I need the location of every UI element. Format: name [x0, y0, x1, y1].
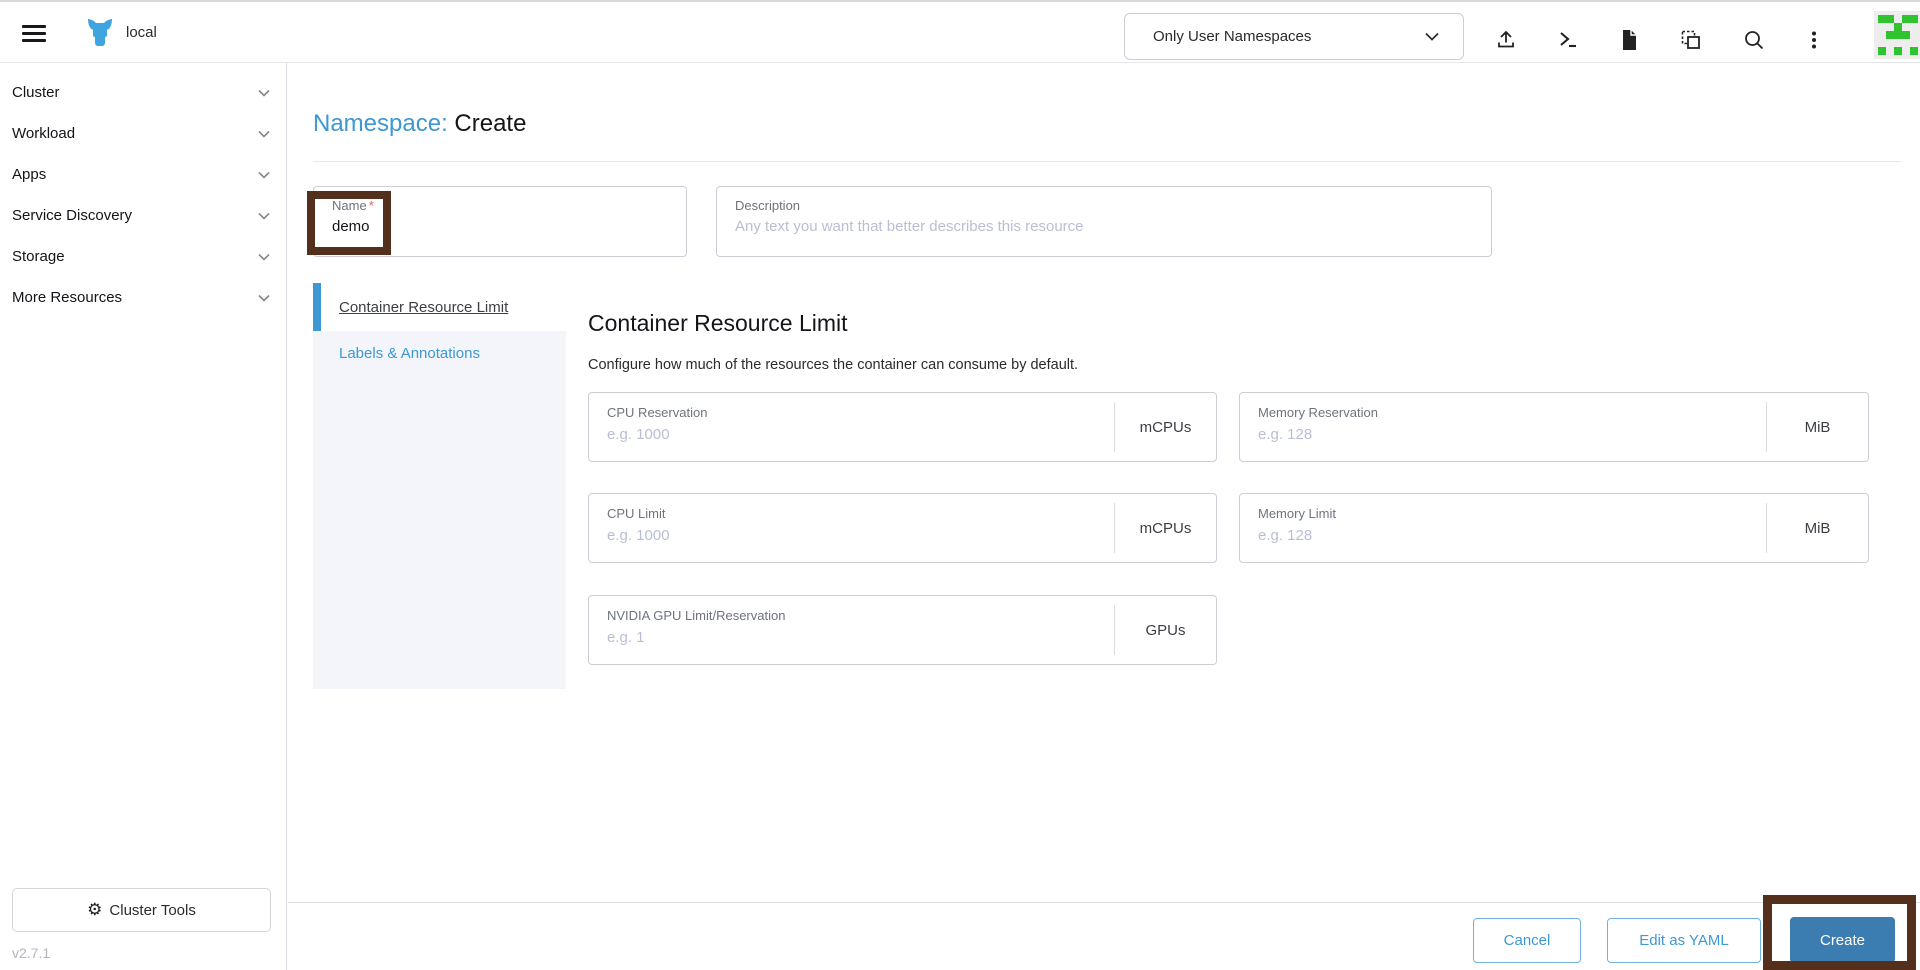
sidebar-item-apps[interactable]: Apps [0, 154, 286, 195]
unit-label-mib: MiB [1766, 402, 1868, 452]
page-title-resource: Namespace: [313, 110, 448, 137]
page-title: Namespace: Create [313, 110, 526, 138]
field-label: Memory Reservation [1258, 405, 1378, 420]
rancher-logo-icon[interactable] [84, 18, 116, 48]
cpu-limit-input[interactable] [607, 527, 1096, 544]
chevron-down-icon[interactable] [258, 171, 270, 179]
search-icon[interactable] [1741, 27, 1767, 53]
title-divider [313, 161, 1901, 162]
tab-labels-annotations[interactable]: Labels & Annotations [313, 331, 566, 375]
chevron-down-icon[interactable] [258, 294, 270, 302]
name-field-label: Name * [332, 198, 374, 213]
chevron-down-icon[interactable] [258, 253, 270, 261]
description-field: Description [716, 186, 1492, 257]
edit-as-yaml-button[interactable]: Edit as YAML [1607, 918, 1761, 963]
memory-limit-field: Memory Limit MiB [1239, 493, 1869, 563]
field-label: Memory Limit [1258, 506, 1337, 521]
cpu-reservation-input[interactable] [607, 426, 1096, 443]
create-button[interactable]: Create [1790, 917, 1895, 963]
sidebar-item-cluster[interactable]: Cluster [0, 72, 286, 113]
kebab-menu-icon[interactable] [1801, 27, 1827, 53]
left-sidebar: Cluster Workload Apps Service Discovery [0, 63, 287, 970]
top-header: local Only User Namespaces [0, 0, 1920, 63]
chevron-down-icon [1425, 32, 1439, 41]
tab-container-resource-limit[interactable]: Container Resource Limit [313, 283, 566, 331]
sidebar-item-label: Workload [12, 125, 76, 142]
sidebar-item-label: Service Discovery [12, 207, 133, 224]
user-avatar[interactable] [1874, 11, 1920, 59]
chevron-down-icon[interactable] [258, 130, 270, 138]
field-label: CPU Reservation [607, 405, 708, 420]
tab-label: Container Resource Limit [339, 298, 509, 316]
tab-label: Labels & Annotations [339, 344, 480, 362]
unit-label-mcpus: mCPUs [1114, 503, 1216, 553]
unit-label-mcpus: mCPUs [1114, 402, 1216, 452]
memory-limit-input[interactable] [1258, 527, 1748, 544]
cluster-tools-label: Cluster Tools [109, 901, 196, 919]
unit-label-mib: MiB [1766, 503, 1868, 553]
sidebar-item-more-resources[interactable]: More Resources [0, 277, 286, 318]
sidebar-item-label: Cluster [12, 84, 60, 101]
name-field: Name * [313, 186, 687, 257]
hamburger-menu-icon[interactable] [22, 25, 46, 43]
nvidia-gpu-field: NVIDIA GPU Limit/Reservation GPUs [588, 595, 1217, 665]
namespace-filter-dropdown[interactable]: Only User Namespaces [1124, 13, 1464, 60]
unit-label-gpus: GPUs [1114, 605, 1216, 655]
cpu-limit-field: CPU Limit mCPUs [588, 493, 1217, 563]
sidebar-item-service-discovery[interactable]: Service Discovery [0, 195, 286, 236]
version-label: v2.7.1 [12, 945, 51, 961]
cluster-tools-button[interactable]: ⚙ Cluster Tools [12, 888, 271, 932]
sidebar-item-label: More Resources [12, 289, 123, 306]
name-input[interactable] [332, 218, 668, 235]
namespace-filter-value: Only User Namespaces [1153, 28, 1312, 45]
sidebar-item-label: Apps [12, 166, 47, 183]
cancel-button[interactable]: Cancel [1473, 918, 1581, 963]
memory-reservation-field: Memory Reservation MiB [1239, 392, 1869, 462]
section-description: Configure how much of the resources the … [588, 357, 1079, 373]
download-kubeconfig-icon[interactable] [1678, 27, 1704, 53]
sidebar-item-workload[interactable]: Workload [0, 113, 286, 154]
kubectl-shell-icon[interactable] [1555, 27, 1581, 53]
gear-icon: ⚙ [87, 900, 103, 919]
cluster-name: local [126, 24, 157, 41]
copy-kubeconfig-file-icon[interactable] [1616, 27, 1642, 53]
chevron-down-icon[interactable] [258, 89, 270, 97]
import-yaml-icon[interactable] [1493, 27, 1519, 53]
sidebar-item-storage[interactable]: Storage [0, 236, 286, 277]
cpu-reservation-field: CPU Reservation mCPUs [588, 392, 1217, 462]
rancher-namespace-create-screen: local Only User Namespaces Cluster Workl… [0, 0, 1920, 970]
tab-rail: Container Resource Limit Labels & Annota… [313, 283, 566, 689]
description-field-label: Description [735, 198, 801, 213]
required-asterisk: * [368, 198, 374, 213]
sidebar-item-label: Storage [12, 248, 65, 265]
nvidia-gpu-input[interactable] [607, 629, 1096, 646]
field-label: NVIDIA GPU Limit/Reservation [607, 608, 786, 623]
section-heading: Container Resource Limit [588, 310, 848, 336]
page-title-action: Create [454, 110, 527, 137]
footer-divider [288, 902, 1920, 903]
description-input[interactable] [735, 218, 1473, 235]
field-label: CPU Limit [607, 506, 666, 521]
chevron-down-icon[interactable] [258, 212, 270, 220]
memory-reservation-input[interactable] [1258, 426, 1748, 443]
